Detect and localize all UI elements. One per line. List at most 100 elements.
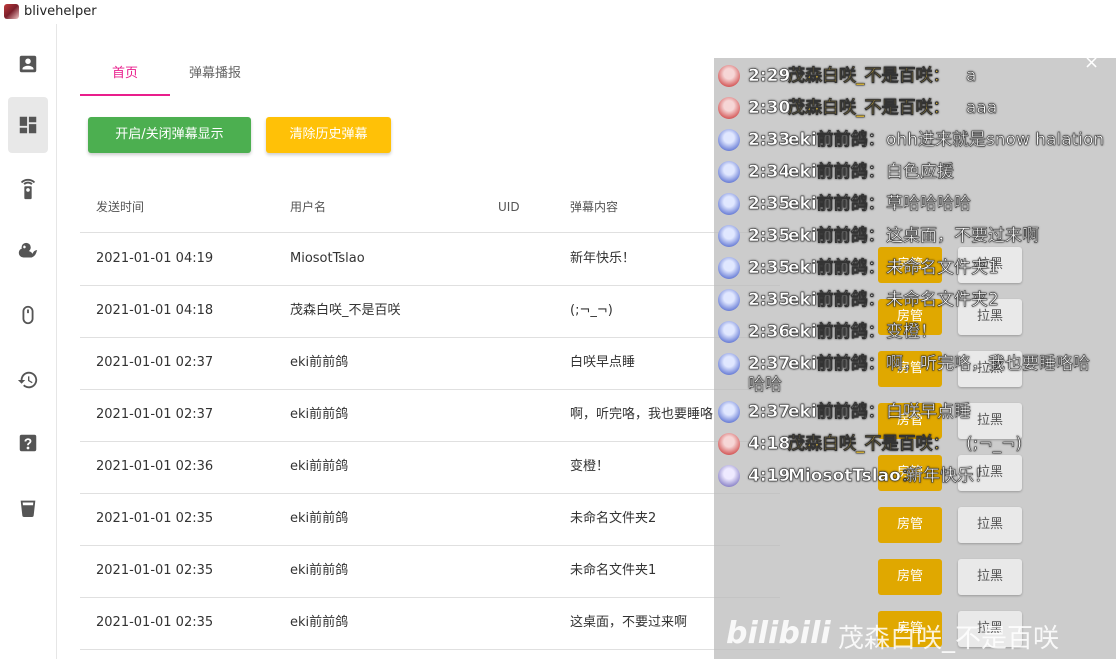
cell-time: 2021-01-01 02:37 bbox=[96, 355, 214, 370]
block-button[interactable]: 拉黑 bbox=[958, 559, 1022, 595]
sidebar-item-duck[interactable] bbox=[8, 224, 48, 280]
header-user: 用户名 bbox=[290, 200, 327, 214]
danmaku-text: aaa bbox=[966, 98, 998, 119]
table-row: 2021-01-01 02:35 eki前前鸽 这桌面，不要过来啊 bbox=[80, 597, 780, 650]
danmaku-text: ohh进来就是snow halation bbox=[886, 130, 1105, 151]
table-row: 2021-01-01 04:19 MiosotTslao 新年快乐！ bbox=[80, 233, 780, 286]
avatar bbox=[718, 65, 740, 87]
avatar bbox=[718, 353, 740, 375]
cell-message: 啊，听完咯，我也要睡咯 bbox=[570, 407, 714, 422]
block-button[interactable]: 拉黑 bbox=[958, 507, 1022, 543]
clear-history-button[interactable]: 清除历史弹幕 bbox=[266, 117, 391, 153]
trash-icon bbox=[20, 500, 36, 517]
tab-home[interactable]: 首页 bbox=[80, 56, 170, 96]
cell-message: 未命名文件夹1 bbox=[570, 563, 657, 578]
help-icon bbox=[19, 434, 37, 452]
dashboard-icon bbox=[19, 116, 37, 134]
danmaku-username: eki前前鸽： bbox=[788, 130, 885, 151]
manager-button[interactable]: 房管 bbox=[878, 507, 942, 543]
avatar bbox=[718, 193, 740, 215]
avatar bbox=[718, 465, 740, 487]
avatar bbox=[718, 225, 740, 247]
danmaku-text: (;¬_¬) bbox=[966, 434, 1022, 455]
danmaku-text: 白咲早点睡 bbox=[886, 402, 972, 423]
danmaku-time: 2:35 bbox=[748, 290, 791, 311]
cell-user: eki前前鸽 bbox=[290, 615, 349, 630]
duck-icon bbox=[18, 242, 38, 258]
manager-button[interactable]: 房管 bbox=[878, 559, 942, 595]
table-row: 2021-01-01 02:35 eki前前鸽 未命名文件夹2 bbox=[80, 493, 780, 546]
danmaku-text: 白色应援 bbox=[886, 162, 955, 183]
danmaku-overlay: × 房管 拉黑 房管 拉黑 房管 拉黑 房管 拉黑 房管 拉黑 房管 拉黑 房管 拉黑 房管 拉黑 2:29 茂… bbox=[714, 58, 1116, 659]
cell-user: eki前前鸽 bbox=[290, 407, 349, 422]
avatar bbox=[718, 433, 740, 455]
sidebar-item-trash[interactable] bbox=[8, 480, 48, 536]
avatar bbox=[718, 289, 740, 311]
danmaku-username: MiosotTslao： bbox=[788, 466, 918, 487]
sidebar-item-account[interactable] bbox=[8, 36, 48, 92]
sidebar-item-dashboard[interactable] bbox=[8, 97, 48, 153]
danmaku-time: 2:35 bbox=[748, 226, 791, 247]
table-row: 2021-01-01 02:37 eki前前鸽 啊，听完咯，我也要睡咯 bbox=[80, 389, 780, 442]
table-row: 2021-01-01 02:35 eki前前鸽 未命名文件夹1 bbox=[80, 545, 780, 598]
cell-time: 2021-01-01 04:18 bbox=[96, 303, 214, 318]
danmaku-username: eki前前鸽： bbox=[788, 194, 885, 215]
app-title: blivehelper bbox=[24, 4, 97, 19]
cell-time: 2021-01-01 02:35 bbox=[96, 563, 214, 578]
table-row: 2021-01-01 02:37 eki前前鸽 白咲早点睡 bbox=[80, 337, 780, 390]
cell-user: eki前前鸽 bbox=[290, 563, 349, 578]
header-message: 弹幕内容 bbox=[570, 200, 619, 214]
danmaku-text: 啊，听完咯，我也要睡咯哈 bbox=[886, 354, 1091, 375]
danmaku-time: 2:33 bbox=[748, 130, 791, 151]
danmaku-text: 未命名文件夹2 bbox=[886, 290, 999, 311]
cell-message: 变橙！ bbox=[570, 459, 610, 474]
header-uid: UID bbox=[498, 200, 520, 214]
danmaku-username: eki前前鸽： bbox=[788, 322, 885, 343]
danmaku-time: 2:35 bbox=[748, 194, 791, 215]
cell-message: 这桌面，不要过来啊 bbox=[570, 615, 688, 630]
sidebar-item-help[interactable] bbox=[8, 415, 48, 471]
danmaku-time: 2:35 bbox=[748, 258, 791, 279]
toggle-danmaku-button[interactable]: 开启/关闭弹幕显示 bbox=[88, 117, 251, 153]
header-time: 发送时间 bbox=[96, 200, 145, 214]
cell-time: 2021-01-01 02:36 bbox=[96, 459, 214, 474]
table-row: 2021-01-01 02:36 eki前前鸽 变橙！ bbox=[80, 441, 780, 494]
danmaku-time: 2:29 bbox=[748, 66, 791, 87]
danmaku-wrapped-text: 哈哈 bbox=[748, 375, 783, 396]
danmaku-username: eki前前鸽： bbox=[788, 402, 885, 423]
cell-time: 2021-01-01 02:37 bbox=[96, 407, 214, 422]
account-box-icon bbox=[19, 55, 37, 73]
danmaku-username: eki前前鸽： bbox=[788, 162, 885, 183]
danmaku-username: 茂森白咲_不是百咲： bbox=[788, 98, 950, 119]
table-row: 2021-01-01 04:18 茂森白咲_不是百咲 (;¬_¬) bbox=[80, 285, 780, 338]
danmaku-time: 2:37 bbox=[748, 402, 791, 423]
danmaku-time: 4:19 bbox=[748, 466, 791, 487]
cell-message: (;¬_¬) bbox=[570, 303, 613, 318]
avatar bbox=[718, 161, 740, 183]
close-icon[interactable]: × bbox=[1084, 58, 1099, 73]
danmaku-username: eki前前鸽： bbox=[788, 290, 885, 311]
danmaku-username: eki前前鸽： bbox=[788, 258, 885, 279]
danmaku-text: 新年快乐！ bbox=[906, 466, 992, 487]
sidebar-item-history[interactable] bbox=[8, 352, 48, 408]
tab-danmaku-broadcast[interactable]: 弹幕播报 bbox=[170, 56, 260, 96]
mouse-icon bbox=[22, 305, 34, 325]
danmaku-text: 变橙！ bbox=[886, 322, 938, 343]
avatar bbox=[718, 321, 740, 343]
watermark-text: 茂森白咲_不是百咲 bbox=[838, 624, 1060, 654]
cell-time: 2021-01-01 04:19 bbox=[96, 251, 214, 266]
sidebar-item-remote[interactable] bbox=[8, 161, 48, 217]
danmaku-text: 这桌面，不要过来啊 bbox=[886, 226, 1040, 247]
avatar bbox=[718, 97, 740, 119]
remote-icon bbox=[20, 178, 36, 200]
cell-time: 2021-01-01 02:35 bbox=[96, 511, 214, 526]
danmaku-time: 2:34 bbox=[748, 162, 791, 183]
cell-user: 茂森白咲_不是百咲 bbox=[290, 303, 401, 318]
avatar bbox=[718, 129, 740, 151]
danmaku-text: 草哈哈哈哈 bbox=[886, 194, 972, 215]
table-header: 发送时间 用户名 UID 弹幕内容 bbox=[80, 182, 780, 233]
sidebar-item-mouse[interactable] bbox=[8, 287, 48, 343]
danmaku-text: a bbox=[966, 66, 977, 87]
danmaku-time: 2:30 bbox=[748, 98, 791, 119]
danmaku-username: 茂森白咲_不是百咲： bbox=[788, 66, 950, 87]
